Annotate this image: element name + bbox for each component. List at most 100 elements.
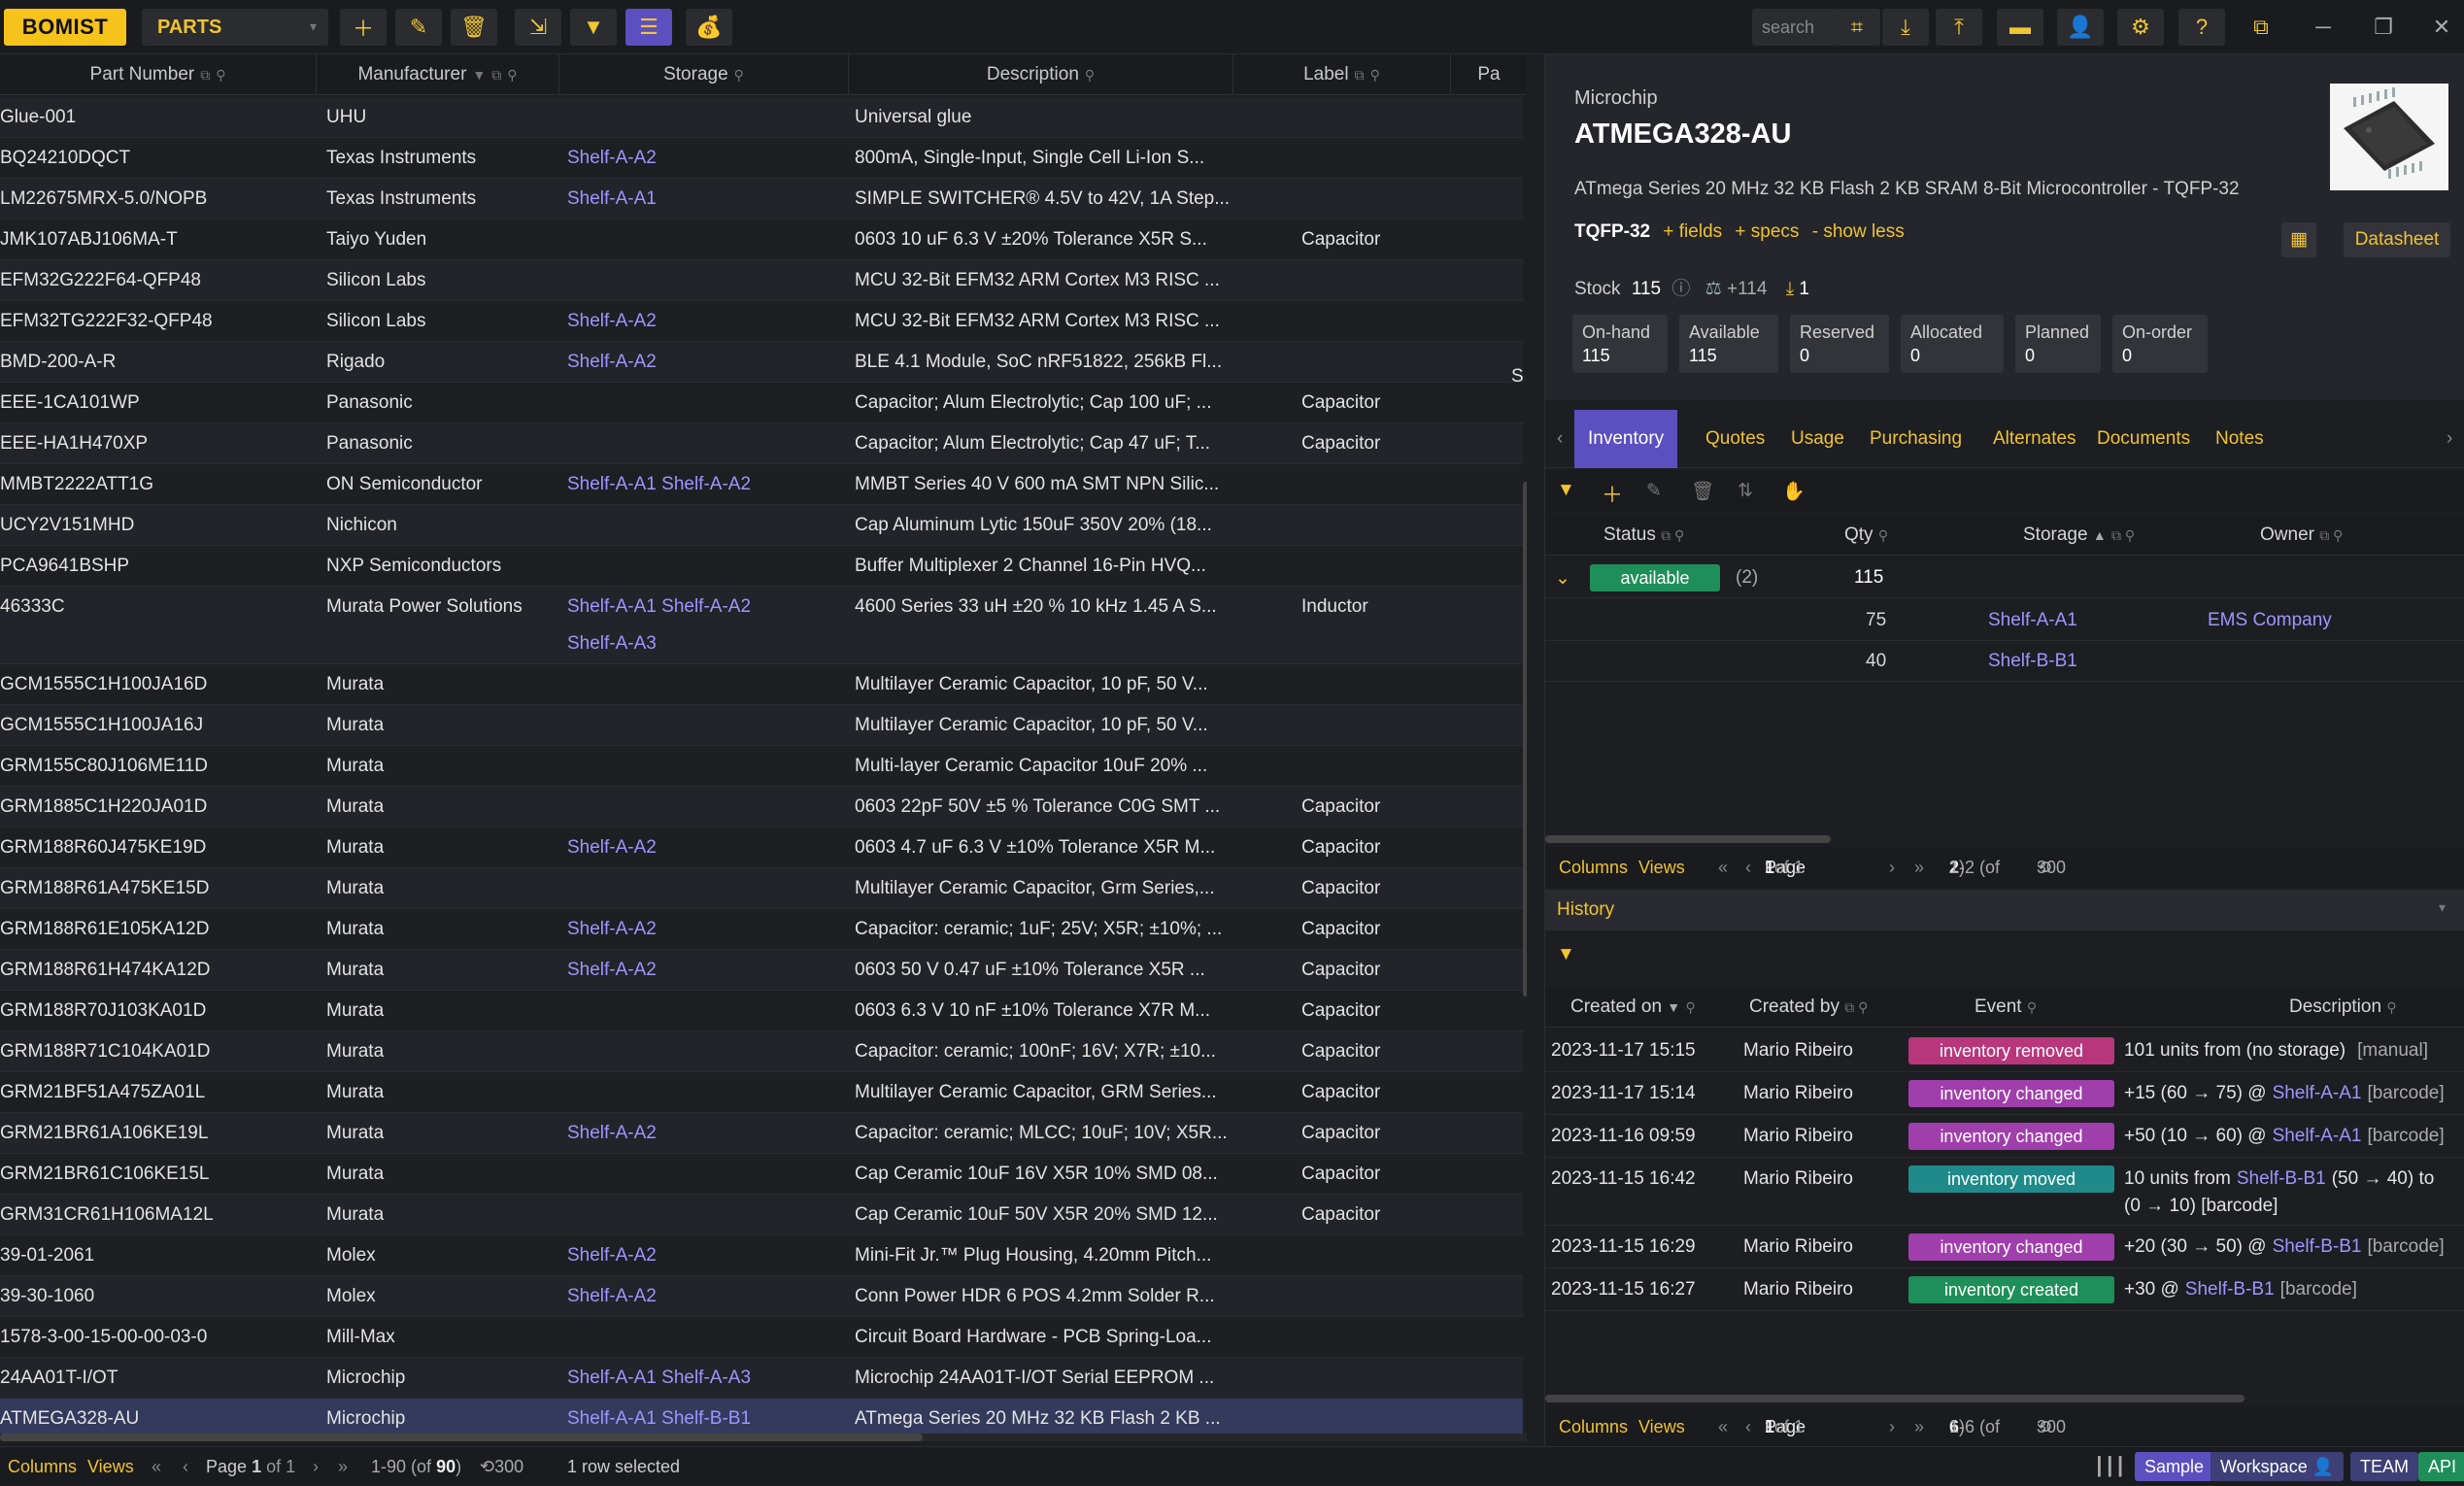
storage-cell[interactable]: Shelf-A-A2 (567, 909, 849, 950)
tab-quotes[interactable]: Quotes (1705, 410, 1765, 468)
module-select[interactable]: PARTS ▾ (142, 9, 328, 46)
app-logo[interactable]: BOMIST (4, 9, 126, 46)
history-row[interactable]: 2023-11-15 16:42 Mario Ribeiro inventory m… (1545, 1158, 2464, 1226)
filter-icon[interactable]: ▼ (1557, 944, 1575, 965)
pin-icon[interactable]: ⚲ (1878, 527, 1888, 543)
views-button[interactable]: Views (1638, 847, 1685, 888)
add-specs-link[interactable]: + specs (1735, 221, 1799, 242)
storage-cell[interactable]: Shelf-A-A2 (567, 301, 849, 342)
storage-cell[interactable]: Shelf-A-A2 (567, 342, 849, 383)
pin-icon[interactable]: ⧉ ⚲ (1844, 999, 1868, 1015)
import-button[interactable]: ⇲ (515, 9, 561, 46)
storage-cell[interactable] (567, 505, 849, 546)
settings-button[interactable]: ⚙ (2117, 9, 2164, 46)
column-header-description[interactable]: Description ⚲ (2289, 996, 2397, 1018)
team-button[interactable]: TEAM (2350, 1452, 2419, 1481)
table-row[interactable]: BMD-200-A-R Rigado Shelf-A-A2 BLE 4.1 Modul… (0, 342, 1523, 383)
column-header-description[interactable]: Description ⚲ (849, 54, 1233, 95)
storage-link[interactable]: Shelf-B-B1 (2273, 1236, 2362, 1257)
table-row[interactable]: GRM188R61E105KA12D Murata Shelf-A-A2 Capaci… (0, 909, 1523, 950)
column-header-manufacturer[interactable]: Manufacturer ▼ ⧉ ⚲ (317, 54, 559, 95)
inventory-group-row[interactable]: ⌄ available (2) 115 (1545, 557, 2464, 598)
search-input[interactable]: search (1752, 9, 1834, 46)
pin-icon[interactable]: ⚲ (1370, 67, 1380, 83)
table-row[interactable]: JMK107ABJ106MA-T Taiyo Yuden 0603 10 uF 6.… (0, 220, 1523, 260)
barcode-icon[interactable]: ┃┃┃ (2094, 1447, 2126, 1486)
storage-cell[interactable] (567, 705, 849, 746)
tab-documents[interactable]: Documents (2097, 410, 2190, 468)
storage-cell[interactable] (567, 423, 849, 464)
inventory-hscroll[interactable] (1545, 835, 1831, 843)
add-part-button[interactable]: ＋ (340, 9, 387, 46)
table-row[interactable]: PCA9641BSHP NXP Semiconductors Buffer Mult… (0, 546, 1523, 587)
table-row[interactable]: GRM155C80J106ME11D Murata Multi-layer Cera… (0, 746, 1523, 787)
columns-button[interactable]: Columns (8, 1447, 77, 1486)
table-row[interactable]: GCM1555C1H100JA16D Murata Multilayer Ceram… (0, 664, 1523, 705)
table-row[interactable]: MMBT2222ATT1G ON Semiconductor Shelf-A-A1 … (0, 464, 1523, 505)
storage-cell[interactable] (567, 383, 849, 423)
table-row[interactable]: GRM21BF51A475ZA01L Murata Multilayer Ceram… (0, 1072, 1523, 1113)
sort-asc-icon[interactable]: ▲ (2093, 527, 2107, 543)
inventory-row[interactable]: 75 Shelf-A-A1 EMS Company (1545, 600, 2464, 641)
storage-cell[interactable] (567, 1195, 849, 1235)
table-row[interactable]: GCM1555C1H100JA16J Murata Multilayer Ceram… (0, 705, 1523, 746)
pin-icon[interactable]: ⚲ (734, 67, 744, 83)
storage-link[interactable]: Shelf-A-A1 (2273, 1083, 2362, 1103)
history-hscroll[interactable] (1545, 1395, 2245, 1402)
storage-cell[interactable] (567, 868, 849, 909)
column-header-created-on[interactable]: Created on ▼ ⚲ (1570, 996, 1696, 1018)
column-group-icon[interactable]: ⧉ (1355, 67, 1365, 83)
sort-desc-icon[interactable]: ▼ (472, 67, 486, 83)
chevron-down-icon[interactable]: ⌄ (1555, 567, 1570, 590)
folder-button[interactable]: ▬ (1997, 9, 2043, 46)
storage-link[interactable]: Shelf-B-B1 (1988, 651, 2077, 672)
column-group-icon[interactable]: ⧉ (200, 67, 210, 83)
storage-cell[interactable]: Shelf-A-A2 (567, 1113, 849, 1154)
storage-cell[interactable]: Shelf-A-A2 (567, 827, 849, 868)
storage-cell[interactable]: Shelf-A-A1 (567, 179, 849, 220)
storage-cell[interactable] (567, 746, 849, 787)
storage-cell[interactable]: Shelf-A-A2 (567, 950, 849, 991)
download-button[interactable]: ⤓ (1882, 9, 1929, 46)
table-row[interactable]: EFM32G222F64-QFP48 Silicon Labs MCU 32-Bit… (0, 260, 1523, 301)
table-row[interactable]: ATMEGA328-AU Microchip Shelf-A-A1 Shelf-B-… (0, 1399, 1523, 1437)
last-page-icon[interactable]: » (338, 1447, 348, 1486)
table-row[interactable]: GRM188R61H474KA12D Murata Shelf-A-A2 0603 5… (0, 950, 1523, 991)
storage-link[interactable]: Shelf-B-B1 (2237, 1168, 2326, 1189)
pin-icon[interactable]: ⚲ (507, 67, 517, 83)
hand-icon[interactable]: ✋ (1782, 480, 1806, 503)
column-header-storage[interactable]: Storage ▲ ⧉ ⚲ (2023, 524, 2135, 546)
table-row[interactable]: GRM188R60J475KE19D Murata Shelf-A-A2 0603 4… (0, 827, 1523, 868)
pin-icon[interactable]: ⚲ (216, 67, 225, 83)
column-header-owner[interactable]: Owner ⧉ ⚲ (2260, 524, 2343, 546)
tabs-scroll-right[interactable]: › (2447, 410, 2452, 468)
prev-page-icon[interactable]: ‹ (1745, 1406, 1751, 1446)
views-button[interactable]: Views (87, 1447, 134, 1486)
table-row[interactable]: GRM31CR61H106MA12L Murata Cap Ceramic 10uF… (0, 1195, 1523, 1235)
storage-cell[interactable]: Shelf-A-A2 (567, 1276, 849, 1317)
table-row[interactable]: UCY2V151MHD Nichicon Cap Aluminum Lytic 15… (0, 505, 1523, 546)
horizontal-scrollbar[interactable] (0, 1434, 1527, 1441)
pin-icon[interactable]: ⚲ (2386, 999, 2396, 1015)
next-page-icon[interactable]: › (1889, 1406, 1895, 1446)
column-header-status[interactable]: Status ⧉ ⚲ (1603, 524, 1684, 546)
column-header-storage[interactable]: Storage ⚲ (559, 54, 849, 95)
columns-button[interactable]: Columns (1559, 847, 1628, 888)
table-row[interactable]: EFM32TG222F32-QFP48 Silicon Labs Shelf-A-A… (0, 301, 1523, 342)
pin-icon[interactable]: ⚲ (1085, 67, 1095, 83)
table-row[interactable]: 39-01-2061 Molex Shelf-A-A2 Mini-Fit Jr.™ P… (0, 1235, 1523, 1276)
pin-icon[interactable]: ⧉ ⚲ (2319, 527, 2343, 543)
user-button[interactable]: 👤 (2057, 9, 2104, 46)
pencil-icon[interactable]: ✎ (1646, 480, 1662, 502)
table-row[interactable]: Glue-001 UHU Universal glue (0, 97, 1523, 138)
list-view-button[interactable]: ☰ (625, 9, 672, 46)
table-row[interactable]: LM22675MRX-5.0/NOPB Texas Instruments Shel… (0, 179, 1523, 220)
datasheet-button[interactable]: Datasheet (2344, 222, 2450, 257)
next-page-icon[interactable]: › (313, 1447, 319, 1486)
storage-cell[interactable] (567, 1072, 849, 1113)
sample-badge[interactable]: Sample (2135, 1452, 2214, 1481)
storage-cell[interactable] (567, 1154, 849, 1195)
vertical-scrollbar[interactable] (1523, 482, 1527, 996)
minimize-button[interactable]: ─ (2300, 9, 2346, 46)
column-group-icon[interactable]: ⧉ (491, 67, 501, 83)
